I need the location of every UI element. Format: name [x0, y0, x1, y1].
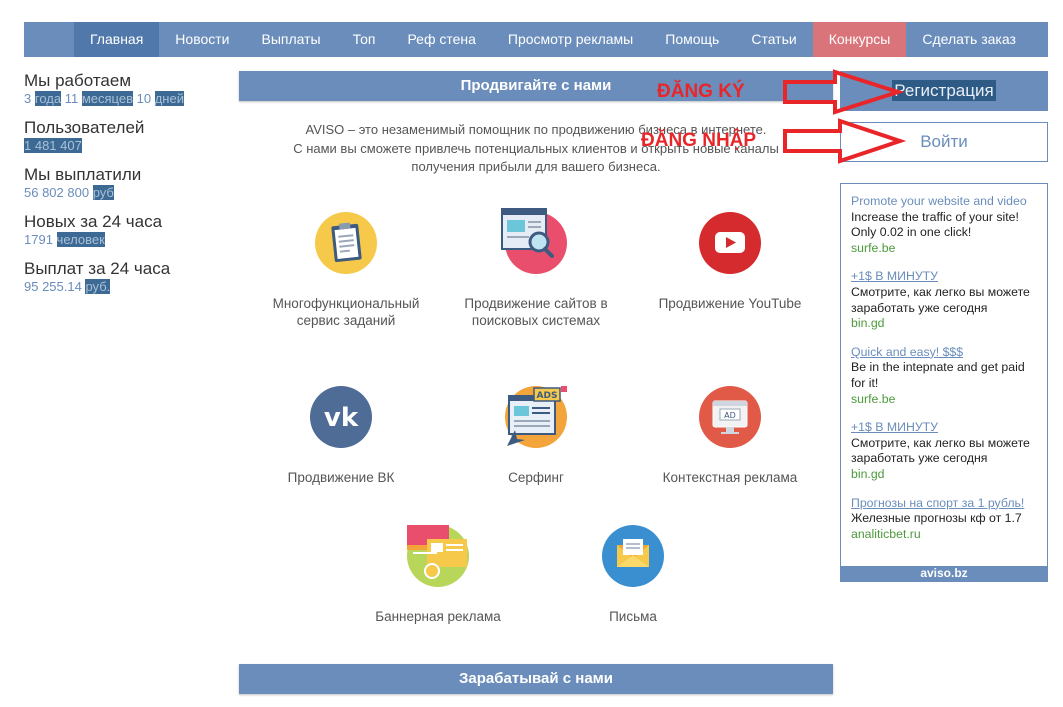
ads-surfing-icon: ADS [505, 386, 567, 448]
stat-years-unit: года [34, 91, 62, 106]
stat-paid-value: 56 802 800 руб [24, 185, 224, 200]
login-button[interactable]: Войти [840, 122, 1048, 162]
stat-new24: Новых за 24 часа 1791 человек [24, 212, 224, 247]
ad-text: Be in the intepnate and get paid for it! [851, 360, 1025, 390]
annotation-login: ĐĂNG NHẬP [641, 130, 757, 151]
stat-years: 3 [24, 91, 32, 106]
ad-item[interactable]: Promote your website and video Increase … [851, 194, 1037, 256]
ad-title[interactable]: Promote your website and video [851, 194, 1037, 210]
stat-users-value: 1 481 407 [24, 138, 224, 153]
service-seo[interactable]: Продвижение сайтов в поисковых системах [446, 208, 626, 329]
ad-item[interactable]: +1$ В МИНУТУ Смотрите, как легко вы може… [851, 420, 1037, 482]
ad-url[interactable]: bin.gd [851, 467, 1037, 483]
nav-item-contests[interactable]: Конкурсы [812, 22, 907, 57]
nav-item-ref-wall[interactable]: Реф стена [391, 22, 491, 57]
service-surfing-label: Серфинг [508, 470, 564, 485]
stat-working-value: 3 года 11 месяцев 10 дней [24, 91, 224, 106]
service-seo-label: Продвижение сайтов в поисковых системах [464, 296, 608, 328]
stat-payouts24-value: 95 255.14 руб. [24, 279, 224, 294]
stat-payouts24: Выплат за 24 часа 95 255.14 руб. [24, 259, 224, 294]
svg-text:vk: vk [324, 403, 359, 433]
stats-panel: Мы работаем 3 года 11 месяцев 10 дней По… [24, 71, 224, 306]
nav-item-top[interactable]: Топ [337, 22, 392, 57]
ad-url[interactable]: bin.gd [851, 316, 1037, 332]
service-banner-label: Баннерная реклама [375, 609, 501, 624]
clipboard-icon [315, 212, 377, 274]
service-youtube[interactable]: Продвижение YouTube [640, 212, 820, 313]
seo-search-icon [501, 208, 567, 274]
nav-item-view-ads[interactable]: Просмотр рекламы [492, 22, 649, 57]
ad-title[interactable]: +1$ В МИНУТУ [851, 269, 1037, 285]
stat-months-unit: месяцев [81, 91, 133, 106]
banner-icon [407, 525, 469, 587]
stat-months: 11 [64, 91, 79, 106]
stat-users-number: 1 481 407 [24, 138, 82, 153]
stat-users-title: Пользователей [24, 118, 145, 137]
youtube-icon [699, 212, 761, 274]
annotation-register: ĐĂNG KÝ [657, 81, 745, 102]
ad-url[interactable]: analiticbet.ru [851, 527, 1037, 543]
stat-days-unit: дней [154, 91, 184, 106]
stat-payouts24-title: Выплат за 24 часа [24, 259, 171, 278]
ad-text: Increase the traffic of your site! Only … [851, 209, 1019, 240]
stat-payouts24-unit: руб. [85, 279, 111, 294]
nav-item-articles[interactable]: Статьи [735, 22, 812, 57]
nav-item-payouts[interactable]: Выплаты [246, 22, 337, 57]
nav-item-home[interactable]: Главная [74, 22, 160, 57]
stat-new24-unit: человек [56, 232, 105, 247]
stat-users: Пользователей 1 481 407 [24, 118, 224, 153]
ad-item[interactable]: Quick and easy! $$$ Be in the intepnate … [851, 345, 1037, 407]
service-tasks-label: Многофункциональный сервис заданий [272, 296, 420, 328]
ad-text: Смотрите, как легко вы можете заработать… [851, 284, 1030, 315]
nav-item-help[interactable]: Помощь [649, 22, 735, 57]
register-button[interactable]: Регистрация [840, 71, 1048, 111]
ad-item[interactable]: +1$ В МИНУТУ Смотрите, как легко вы може… [851, 269, 1037, 331]
service-context[interactable]: AD Контекстная реклама [640, 386, 820, 487]
svg-text:ADS: ADS [537, 391, 558, 401]
stat-paid-unit: руб [92, 185, 114, 200]
nav-item-news[interactable]: Новости [159, 22, 245, 57]
stat-new24-title: Новых за 24 часа [24, 212, 163, 231]
nav-item-make-order[interactable]: Сделать заказ [906, 22, 1032, 57]
ad-url[interactable]: surfe.be [851, 392, 1037, 408]
service-vk[interactable]: vk Продвижение ВК [251, 386, 431, 487]
service-surfing[interactable]: ADS Серфинг [446, 386, 626, 487]
main-nav: Главная Новости Выплаты Топ Реф стена Пр… [24, 22, 1048, 57]
service-context-label: Контекстная реклама [662, 470, 798, 485]
ad-box: Promote your website and video Increase … [840, 183, 1048, 582]
stat-working: Мы работаем 3 года 11 месяцев 10 дней [24, 71, 224, 106]
ad-item[interactable]: Прогнозы на спорт за 1 рубль! Железные п… [851, 496, 1037, 543]
ad-text: Смотрите, как легко вы можете заработать… [851, 435, 1030, 466]
stat-payouts24-number: 95 255.14 [24, 279, 82, 294]
vk-icon: vk [310, 386, 372, 448]
stat-new24-value: 1791 человек [24, 232, 224, 247]
stat-days: 10 [136, 91, 152, 106]
ad-text: Железные прогнозы кф от 1.7 [851, 511, 1022, 526]
service-tasks[interactable]: Многофункциональный сервис заданий [256, 212, 436, 329]
ad-title[interactable]: Quick and easy! $$$ [851, 345, 1037, 361]
section-earn-title: Зарабатывай с нами [239, 664, 833, 694]
stat-paid-title: Мы выплатили [24, 165, 142, 184]
svg-text:AD: AD [724, 411, 736, 420]
ad-title[interactable]: +1$ В МИНУТУ [851, 420, 1037, 436]
service-banner[interactable]: Баннерная реклама [348, 525, 528, 626]
stat-paid-number: 56 802 800 [24, 185, 90, 200]
register-button-label: Регистрация [892, 80, 996, 101]
stat-paid: Мы выплатили 56 802 800 руб [24, 165, 224, 200]
stat-working-title: Мы работаем [24, 71, 132, 90]
ad-title[interactable]: Прогнозы на спорт за 1 рубль! [851, 496, 1037, 512]
ad-box-footer[interactable]: aviso.bz [841, 566, 1047, 581]
ad-url[interactable]: surfe.be [851, 241, 1037, 257]
intro-line-3: получения прибыли для вашего бизнеса. [411, 159, 661, 174]
service-letters-label: Письма [609, 609, 657, 624]
service-youtube-label: Продвижение YouTube [658, 296, 802, 311]
service-letters[interactable]: Письма [543, 525, 723, 626]
service-vk-label: Продвижение ВК [287, 470, 395, 485]
context-ad-icon: AD [699, 386, 761, 448]
stat-new24-number: 1791 [24, 232, 53, 247]
envelope-icon [602, 525, 664, 587]
